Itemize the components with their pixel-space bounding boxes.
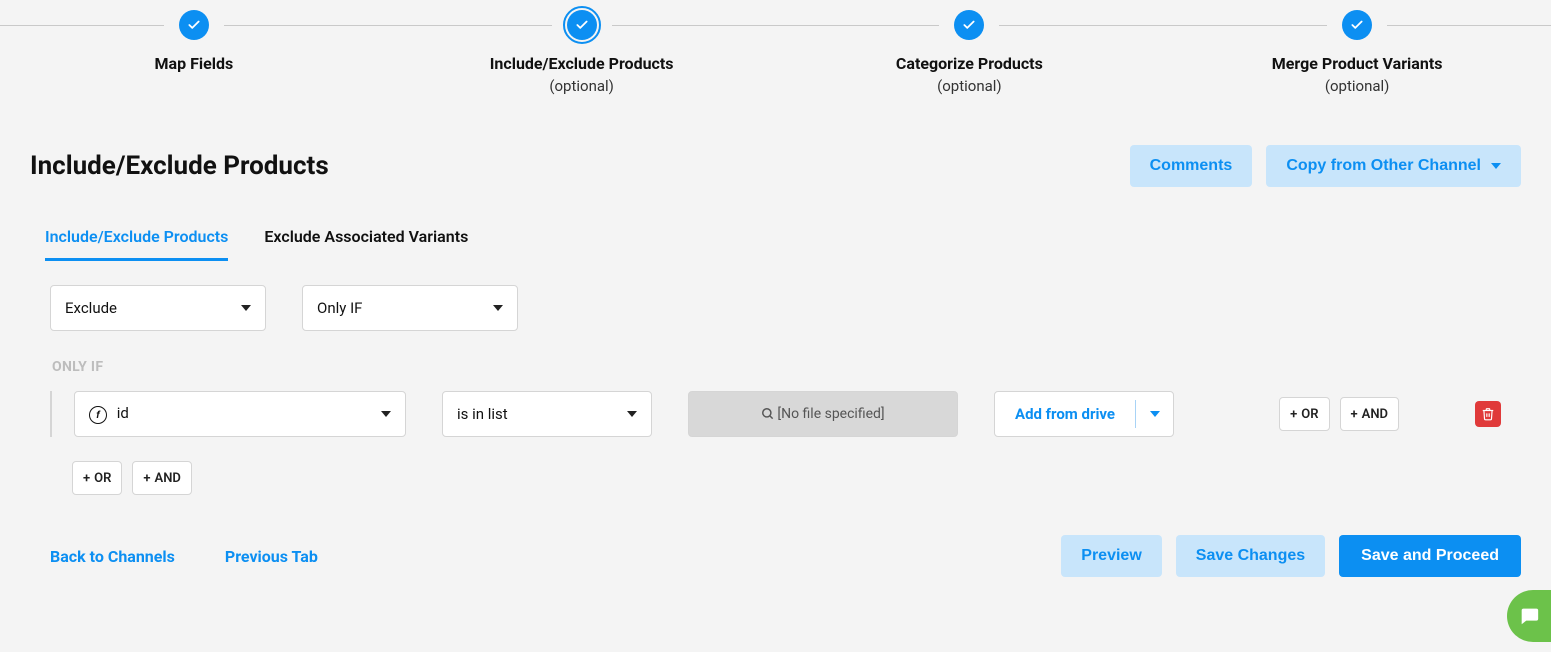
check-icon (567, 10, 597, 40)
chevron-down-icon (627, 411, 637, 417)
drive-dropdown-toggle[interactable] (1135, 400, 1173, 428)
copy-from-label: Copy from Other Channel (1286, 157, 1481, 175)
copy-from-channel-button[interactable]: Copy from Other Channel (1266, 145, 1521, 187)
wizard-stepper: Map Fields Include/Exclude Products (opt… (0, 0, 1551, 103)
step-sublabel: (optional) (1163, 77, 1551, 95)
file-picker[interactable]: [No file specified] (688, 391, 958, 437)
comments-button[interactable]: Comments (1130, 145, 1253, 187)
previous-tab-link[interactable]: Previous Tab (225, 547, 318, 566)
add-and-group-button[interactable]: + AND (132, 461, 192, 495)
step-label: Include/Exclude Products (388, 54, 776, 73)
subtabs: Include/Exclude Products Exclude Associa… (0, 187, 1551, 261)
check-icon (954, 10, 984, 40)
page-title: Include/Exclude Products (30, 151, 329, 181)
step-label: Merge Product Variants (1163, 54, 1551, 73)
step-merge-variants[interactable]: Merge Product Variants (optional) (1163, 10, 1551, 95)
check-icon (1342, 10, 1372, 40)
chevron-down-icon (241, 305, 251, 311)
save-changes-button[interactable]: Save Changes (1176, 535, 1325, 577)
function-icon: f (89, 406, 107, 424)
chat-support-button[interactable] (1507, 590, 1551, 642)
field-value: id (117, 404, 129, 422)
step-include-exclude[interactable]: Include/Exclude Products (optional) (388, 10, 776, 95)
plus-icon: + (83, 471, 90, 486)
add-and-button[interactable]: + AND (1340, 397, 1400, 431)
check-icon (179, 10, 209, 40)
trash-icon (1481, 407, 1495, 421)
chevron-down-icon (1491, 163, 1501, 169)
action-value: Exclude (65, 299, 117, 317)
chevron-down-icon (1150, 411, 1160, 417)
tab-exclude-variants[interactable]: Exclude Associated Variants (264, 227, 468, 261)
comments-label: Comments (1150, 157, 1233, 175)
only-if-heading: ONLY IF (52, 359, 1501, 375)
step-sublabel: (optional) (776, 77, 1164, 95)
drive-label: Add from drive (995, 405, 1135, 423)
preview-button[interactable]: Preview (1061, 535, 1161, 577)
chevron-down-icon (381, 411, 391, 417)
search-icon (761, 407, 775, 421)
delete-condition-button[interactable] (1475, 401, 1501, 427)
step-label: Map Fields (0, 54, 388, 73)
operator-select[interactable]: is in list (442, 391, 652, 437)
step-label: Categorize Products (776, 54, 1164, 73)
plus-icon: + (143, 471, 150, 486)
plus-icon: + (1351, 407, 1358, 422)
field-select[interactable]: f id (74, 391, 406, 437)
back-to-channels-link[interactable]: Back to Channels (50, 547, 175, 566)
plus-icon: + (1290, 407, 1297, 422)
save-and-proceed-button[interactable]: Save and Proceed (1339, 535, 1521, 577)
condition-row: f id is in list [No file specified] Add … (50, 391, 1501, 437)
step-map-fields[interactable]: Map Fields (0, 10, 388, 95)
step-sublabel: (optional) (388, 77, 776, 95)
add-from-drive-button[interactable]: Add from drive (994, 391, 1174, 437)
file-placeholder: [No file specified] (777, 406, 884, 422)
match-mode-value: Only IF (317, 299, 362, 317)
add-or-button[interactable]: + OR (1279, 397, 1329, 431)
step-categorize[interactable]: Categorize Products (optional) (776, 10, 1164, 95)
action-select[interactable]: Exclude (50, 285, 266, 331)
add-or-group-button[interactable]: + OR (72, 461, 122, 495)
chevron-down-icon (493, 305, 503, 311)
match-mode-select[interactable]: Only IF (302, 285, 518, 331)
operator-value: is in list (457, 405, 508, 423)
chat-icon (1518, 605, 1540, 627)
tab-include-exclude[interactable]: Include/Exclude Products (45, 227, 228, 261)
